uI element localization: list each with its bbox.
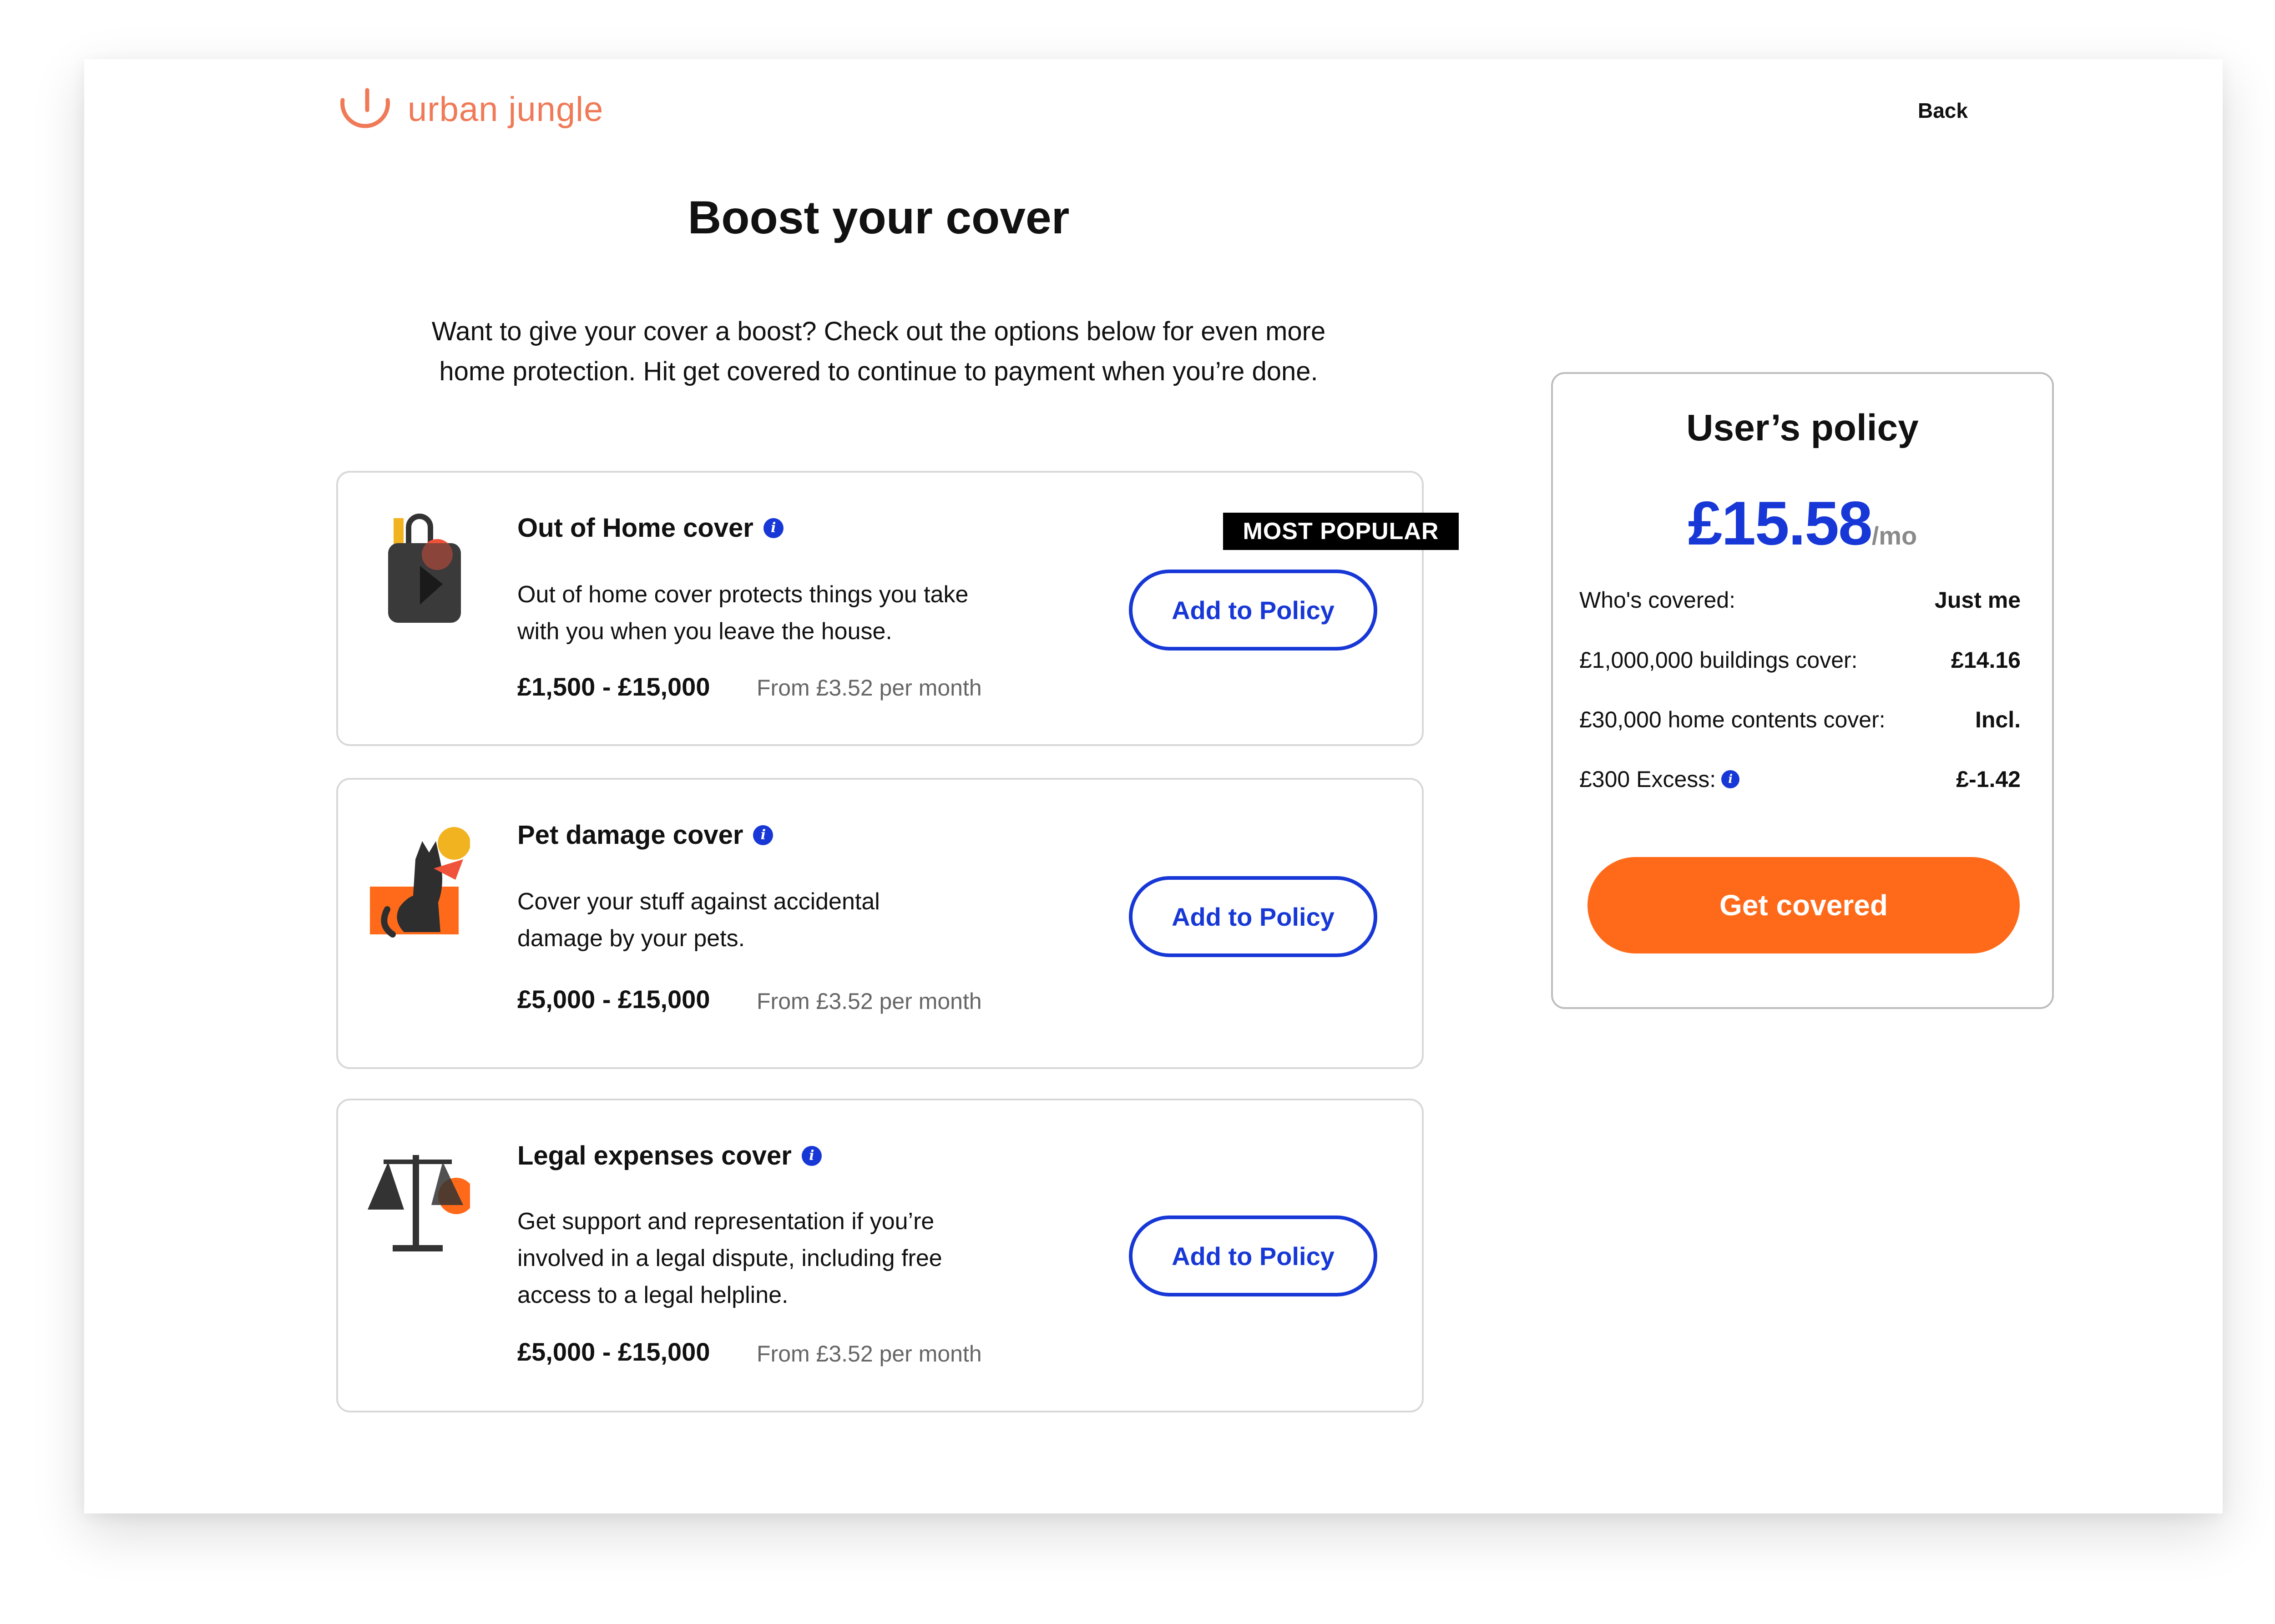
add-to-policy-button[interactable]: Add to Policy (1129, 876, 1377, 957)
option-description: Out of home cover protects things you ta… (517, 576, 1063, 650)
page-title: Boost your cover (688, 192, 1070, 243)
intro-line-1: Want to give your cover a boost? Check o… (431, 317, 1326, 346)
intro-line-2: home protection. Hit get covered to cont… (439, 357, 1318, 386)
option-title: Out of Home cover i (517, 513, 784, 543)
option-card-legal-expenses: Legal expenses cover i Get support and r… (336, 1099, 1424, 1412)
option-description: Get support and representation if you’re… (517, 1203, 1063, 1314)
option-card-pet-damage: Pet damage cover i Cover your stuff agai… (336, 778, 1424, 1069)
policy-row-buildings-cover: £1,000,000 buildings cover: £14.16 (1579, 647, 2021, 673)
option-description: Cover your stuff against accidental dama… (517, 883, 1063, 957)
excess-label-text: £300 Excess: (1579, 767, 1716, 792)
policy-row-value: Just me (1935, 587, 2021, 613)
option-card-out-of-home: Out of Home cover i Out of home cover pr… (336, 471, 1424, 746)
info-icon[interactable]: i (1721, 770, 1740, 788)
option-desc-line: Out of home cover protects things you ta… (517, 581, 969, 608)
option-desc-line: Cover your stuff against accidental (517, 888, 880, 915)
info-icon[interactable]: i (801, 1145, 822, 1166)
option-price-from: From £3.52 per month (757, 675, 982, 701)
intro-text: Want to give your cover a boost? Check o… (334, 312, 1423, 392)
option-desc-line: damage by your pets. (517, 925, 745, 952)
info-icon[interactable]: i (763, 518, 784, 538)
option-range: £5,000 - £15,000 (517, 1337, 710, 1366)
page-frame: urban jungle Back Boost your cover Want … (84, 59, 2223, 1513)
option-range: £1,500 - £15,000 (517, 672, 710, 701)
policy-row-value: £14.16 (1951, 647, 2021, 673)
option-range: £5,000 - £15,000 (517, 985, 710, 1014)
option-desc-line: Get support and representation if you’re (517, 1208, 935, 1235)
policy-row-whos-covered: Who's covered: Just me (1579, 587, 2021, 613)
price-amount: £15.58 (1688, 489, 1873, 558)
option-desc-line: involved in a legal dispute, including f… (517, 1245, 942, 1271)
option-desc-line: with you when you leave the house. (517, 618, 892, 645)
policy-row-excess: £300 Excess: i £-1.42 (1579, 766, 2021, 792)
add-to-policy-button[interactable]: Add to Policy (1129, 1215, 1377, 1296)
price-unit: /mo (1871, 521, 1917, 550)
most-popular-badge: MOST POPULAR (1223, 513, 1459, 550)
option-title-text: Legal expenses cover (517, 1141, 792, 1170)
option-desc-line: access to a legal helpline. (517, 1282, 789, 1308)
add-to-policy-button[interactable]: Add to Policy (1129, 570, 1377, 651)
back-link[interactable]: Back (1918, 98, 1968, 123)
policy-row-value: Incl. (1975, 707, 2021, 732)
policy-title: User’s policy (1686, 407, 1919, 449)
brand-logo[interactable]: urban jungle (334, 82, 603, 136)
brand-name: urban jungle (408, 90, 604, 129)
cat-icon (370, 827, 470, 938)
policy-row-label: Who's covered: (1579, 587, 1736, 613)
info-icon[interactable]: i (753, 825, 774, 845)
scales-icon (368, 1155, 470, 1251)
policy-row-label: £30,000 home contents cover: (1579, 707, 1886, 732)
policy-summary-card: User’s policy £15.58/mo Who's covered: J… (1551, 372, 2054, 1009)
policy-row-label: £300 Excess: i (1579, 766, 1740, 792)
option-price-from: From £3.52 per month (757, 989, 982, 1014)
option-title-text: Out of Home cover (517, 513, 753, 543)
option-title-text: Pet damage cover (517, 820, 743, 850)
policy-price: £15.58/mo (1553, 488, 2052, 559)
policy-row-label: £1,000,000 buildings cover: (1579, 647, 1858, 673)
policy-row-value: £-1.42 (1956, 767, 2021, 792)
policy-row-contents-cover: £30,000 home contents cover: Incl. (1579, 706, 2021, 733)
option-title: Pet damage cover i (517, 820, 774, 850)
smile-logo-icon (340, 88, 390, 128)
handbag-icon (388, 514, 461, 623)
option-price-from: From £3.52 per month (757, 1341, 982, 1367)
option-title: Legal expenses cover i (517, 1140, 822, 1171)
get-covered-button[interactable]: Get covered (1587, 857, 2020, 953)
